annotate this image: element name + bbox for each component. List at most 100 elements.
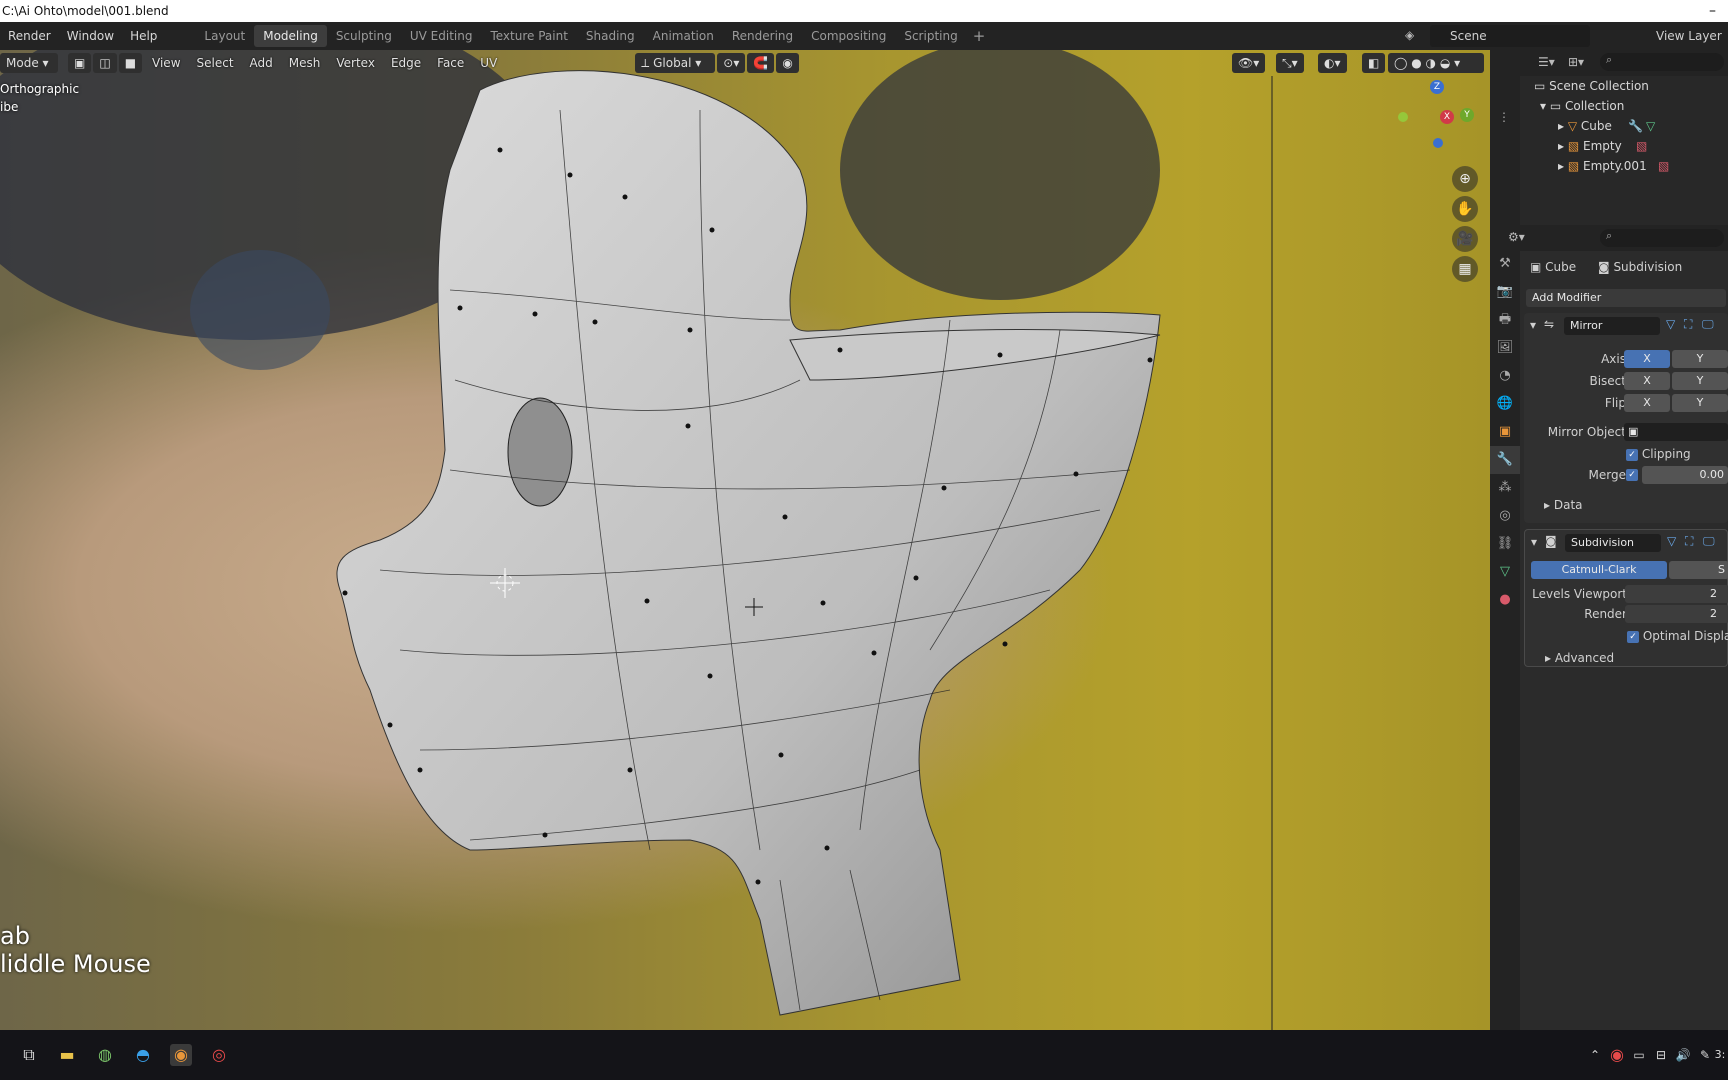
tab-modeling[interactable]: Modeling [254, 25, 327, 47]
modifier-wrench-icon[interactable]: 🔧 [1628, 116, 1643, 136]
expand-arrow-icon[interactable]: ▸ [1558, 119, 1568, 133]
cage-toggle-icon[interactable]: ⛶ [1685, 534, 1693, 549]
zoom-icon[interactable]: ⊕ [1452, 166, 1478, 192]
grid-icon[interactable]: ▦ [1452, 256, 1478, 282]
render-levels-field[interactable]: 2 [1625, 605, 1728, 623]
gizmo-neg-y[interactable] [1398, 112, 1408, 122]
editor-type-icon[interactable]: ⚙▾ [1508, 230, 1525, 244]
constraints-tab-icon[interactable]: ⛓ [1490, 530, 1520, 558]
clipping-row[interactable]: ✓ Clipping [1524, 444, 1728, 464]
cage-toggle-icon[interactable]: ⛶ [1684, 317, 1692, 332]
merge-checkbox[interactable]: ✓ [1626, 469, 1638, 481]
tool-tab-icon[interactable]: ⚒ [1490, 250, 1520, 278]
pivot-icon[interactable]: ⊙▾ [717, 53, 746, 73]
collapse-arrow-icon[interactable]: ▾ [1530, 318, 1536, 332]
edge-select-icon[interactable]: ◫ [93, 53, 117, 73]
output-tab-icon[interactable]: 🖶 [1490, 306, 1520, 334]
3d-viewport[interactable]: Mode ▾ ▣ ◫ ■ View Select Add Mesh Vertex… [0, 50, 1490, 1030]
object-tab-icon[interactable]: ▣ [1490, 418, 1520, 446]
menu-view[interactable]: View [144, 56, 188, 70]
tab-layout[interactable]: Layout [195, 25, 254, 47]
viewport-toggle-icon[interactable]: 🖵 [1702, 317, 1714, 332]
visibility-icon[interactable]: 👁▾ [1232, 53, 1266, 73]
render-tab-icon[interactable]: 📷 [1490, 278, 1520, 306]
navigation-gizmo[interactable]: Z X Y [1398, 80, 1478, 160]
image-data-icon[interactable]: ▧ [1658, 156, 1669, 176]
eye-socket[interactable] [507, 397, 573, 507]
particles-tab-icon[interactable]: ⁂ [1490, 474, 1520, 502]
menu-help[interactable]: Help [122, 22, 165, 50]
transform-orientation[interactable]: ⟂ Global ▾ [635, 53, 716, 73]
tab-shading[interactable]: Shading [577, 25, 644, 47]
menu-uv[interactable]: UV [472, 56, 505, 70]
tab-compositing[interactable]: Compositing [802, 25, 895, 47]
task-view-icon[interactable]: ⧉ [18, 1044, 40, 1066]
outliner-filter-icon[interactable]: ⋮ [1498, 110, 1510, 124]
gizmo-y-axis[interactable]: Y [1460, 108, 1474, 122]
flip-x-toggle[interactable]: X [1624, 394, 1670, 412]
simple-toggle[interactable]: S [1669, 561, 1728, 579]
tab-texture-paint[interactable]: Texture Paint [481, 25, 576, 47]
merge-distance-field[interactable]: 0.00 [1642, 466, 1728, 484]
outliner-item-cube[interactable]: ▸ ▽ Cube 🔧 ▽ [1520, 116, 1728, 136]
minimize-button[interactable]: – [1709, 0, 1716, 22]
bisect-x-toggle[interactable]: X [1624, 372, 1670, 390]
proportional-edit-icon[interactable]: ◉ [776, 53, 799, 73]
expand-arrow-icon[interactable]: ▾ [1540, 99, 1550, 113]
add-workspace-icon[interactable]: + [967, 27, 992, 45]
optimal-display-checkbox[interactable]: ✓ [1627, 630, 1639, 643]
mirror-object-field[interactable]: ▣ [1624, 423, 1728, 441]
axis-x-toggle[interactable]: X [1624, 350, 1670, 368]
data-tab-icon[interactable]: ▽ [1490, 558, 1520, 586]
view-layer-selector[interactable]: View Layer [1628, 25, 1728, 47]
tray-volume-icon[interactable]: 🔊 [1672, 1044, 1694, 1066]
data-subpanel[interactable]: ▸ Data [1524, 495, 1728, 515]
tray-chevron-icon[interactable]: ⌃ [1584, 1044, 1606, 1066]
xray-icon[interactable]: ◧ [1362, 53, 1386, 73]
gizmo-z-axis[interactable]: Z [1430, 80, 1444, 94]
subdivision-name-field[interactable]: Subdivision [1565, 534, 1661, 552]
display-mode-icon[interactable]: ⊞▾ [1568, 55, 1584, 69]
tab-uv-editing[interactable]: UV Editing [401, 25, 482, 47]
levels-viewport-field[interactable]: 2 [1625, 585, 1728, 603]
collapse-arrow-icon[interactable]: ▾ [1531, 535, 1537, 549]
expand-arrow-icon[interactable]: ▸ [1558, 159, 1568, 173]
gizmo-x-axis[interactable]: X [1440, 110, 1454, 124]
vertex-select-icon[interactable]: ▣ [68, 53, 92, 73]
mirror-name-field[interactable]: Mirror [1564, 317, 1660, 335]
scene-tab-icon[interactable]: ◔ [1490, 362, 1520, 390]
edge-browser-icon[interactable]: ◓ [132, 1044, 154, 1066]
flip-y-toggle[interactable]: Y [1672, 394, 1728, 412]
clock[interactable]: 3: [1712, 1044, 1728, 1066]
edit-mode-toggle-icon[interactable]: ▽ [1666, 317, 1675, 331]
gizmo-toggle-icon[interactable]: ⤡▾ [1276, 53, 1304, 73]
properties-search[interactable]: ⌕ [1600, 229, 1724, 247]
catmull-clark-toggle[interactable]: Catmull-Clark [1531, 561, 1667, 579]
tray-monitor-icon[interactable]: ⊟ [1650, 1044, 1672, 1066]
app-icon[interactable]: ◍ [94, 1044, 116, 1066]
advanced-subpanel[interactable]: ▸ Advanced [1525, 648, 1728, 668]
expand-arrow-icon[interactable]: ▸ [1558, 139, 1568, 153]
view-layer-tab-icon[interactable]: 🖼 [1490, 334, 1520, 362]
expand-arrow-icon[interactable]: ▸ [1545, 651, 1555, 665]
pan-hand-icon[interactable]: ✋ [1452, 196, 1478, 222]
image-data-icon[interactable]: ▧ [1636, 136, 1647, 156]
bisect-y-toggle[interactable]: Y [1672, 372, 1728, 390]
tab-scripting[interactable]: Scripting [895, 25, 966, 47]
edit-mode-toggle-icon[interactable]: ▽ [1667, 534, 1676, 548]
tray-record-icon[interactable]: ◉ [1606, 1044, 1628, 1066]
gizmo-neg-z[interactable] [1433, 138, 1443, 148]
shading-mode-icon[interactable]: ◯ ● ◑ ◒ ▾ [1388, 53, 1484, 73]
editor-type-icon[interactable]: ☰▾ [1538, 55, 1555, 69]
menu-edge[interactable]: Edge [383, 56, 429, 70]
add-modifier-button[interactable]: Add Modifier [1526, 289, 1726, 307]
collection-row[interactable]: ▾ ▭ Collection [1520, 96, 1728, 116]
menu-window[interactable]: Window [59, 22, 122, 50]
menu-add[interactable]: Add [242, 56, 281, 70]
material-tab-icon[interactable]: ● [1490, 586, 1520, 614]
mesh-data-icon[interactable]: ▽ [1646, 116, 1655, 136]
world-tab-icon[interactable]: 🌐 [1490, 390, 1520, 418]
snap-icon[interactable]: 🧲 [747, 53, 775, 73]
file-explorer-icon[interactable]: ▬ [56, 1044, 78, 1066]
menu-render[interactable]: Render [0, 22, 59, 50]
